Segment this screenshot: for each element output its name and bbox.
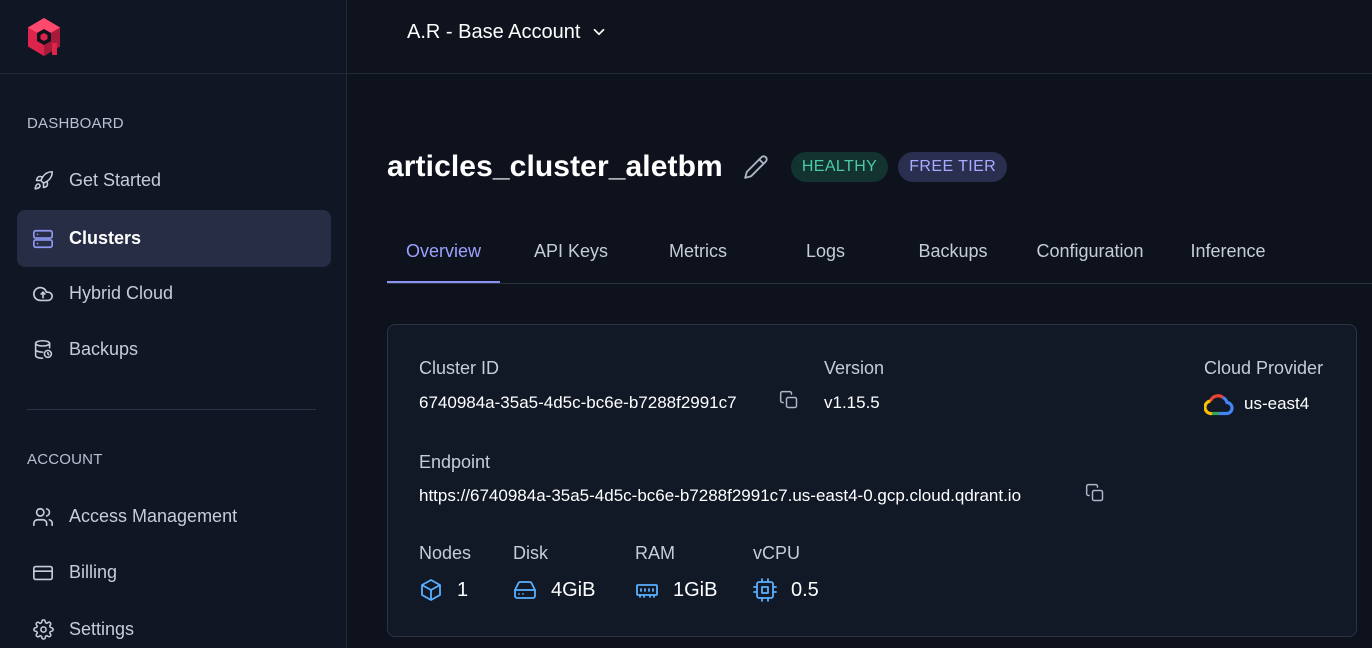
version-value: v1.15.5 [824,393,880,412]
sidebar-item-label: Clusters [69,228,142,248]
users-icon [32,506,54,528]
disk-amount: 4GiB [551,578,596,601]
tab-overview[interactable]: Overview [387,230,500,283]
rocket-icon [32,170,54,192]
sidebar-item-label: Billing [69,562,118,582]
tab-logs[interactable]: Logs [787,230,864,283]
server-icon [32,228,54,250]
copy-cluster-id-icon[interactable] [779,390,799,410]
vcpu-value: 0.5 [753,578,819,602]
region-value: us-east4 [1244,394,1310,413]
gear-icon [32,619,54,641]
page-title: articles_cluster_aletbm [387,150,723,183]
ram-label: RAM [635,543,675,563]
tab-api-keys[interactable]: API Keys [516,230,626,283]
credit-card-icon [32,562,54,584]
tab-metrics[interactable]: Metrics [647,230,749,283]
section-label-dashboard: DASHBOARD [27,115,124,132]
nodes-value: 1 [419,578,468,602]
tab-inference[interactable]: Inference [1179,230,1277,283]
cloud-sync-icon [32,283,54,305]
ram-amount: 1GiB [673,578,718,601]
cluster-id-value: 6740984a-35a5-4d5c-bc6e-b7288f2991c7 [419,393,737,412]
sidebar-item-backups[interactable]: Backups [17,321,331,378]
sidebar-item-clusters[interactable]: Clusters [17,210,331,267]
version-label: Version [824,358,885,378]
google-cloud-icon [1204,392,1234,416]
ram-value: 1GiB [635,578,717,602]
endpoint-value[interactable]: https://6740984a-35a5-4d5c-bc6e-b7288f29… [419,486,1021,506]
cloud-provider-label: Cloud Provider [1204,358,1324,378]
logo-area [0,0,346,74]
cluster-tabs: Overview API Keys Metrics Logs Backups C… [387,230,1372,284]
sidebar-item-billing[interactable]: Billing [17,544,331,601]
tier-badge: FREE TIER [898,152,1008,182]
cluster-title-row: articles_cluster_aletbm HEALTHY FREE TIE… [387,150,1008,184]
sidebar-item-hybrid-cloud[interactable]: Hybrid Cloud [17,265,331,322]
vcpu-amount: 0.5 [791,578,819,601]
cluster-id-label: Cluster ID [419,358,500,378]
account-name: A.R - Base Account [407,20,581,43]
qdrant-logo-icon[interactable] [26,17,62,57]
sidebar-item-settings[interactable]: Settings [17,601,331,648]
cloud-provider-value: us-east4 [1204,392,1309,416]
sidebar: DASHBOARD Get Started Clusters Hybrid Cl… [0,0,347,648]
sidebar-item-label: Hybrid Cloud [69,283,174,303]
disk-value: 4GiB [513,578,595,602]
account-switcher[interactable]: A.R - Base Account [407,19,608,45]
sidebar-item-label: Settings [69,619,135,639]
sidebar-divider [27,409,316,410]
nodes-count: 1 [457,578,469,601]
copy-endpoint-icon[interactable] [1085,483,1105,503]
sidebar-item-label: Access Management [69,506,238,526]
pencil-icon[interactable] [743,154,769,180]
sidebar-item-label: Backups [69,339,139,359]
cpu-icon [753,578,777,602]
section-label-account: ACCOUNT [27,451,103,468]
cube-icon [419,578,443,602]
database-backup-icon [32,339,54,361]
chevron-down-icon [590,23,608,41]
disk-label: Disk [513,543,548,563]
hard-drive-icon [513,578,537,602]
tab-configuration[interactable]: Configuration [1027,230,1153,283]
top-bar: A.R - Base Account [347,0,1372,74]
sidebar-item-access-management[interactable]: Access Management [17,488,331,545]
sidebar-item-label: Get Started [69,170,162,190]
nodes-label: Nodes [419,543,472,563]
sidebar-item-get-started[interactable]: Get Started [17,152,331,209]
tab-backups[interactable]: Backups [903,230,1003,283]
status-badge: HEALTHY [790,152,889,182]
vcpu-label: vCPU [753,543,801,563]
endpoint-label: Endpoint [419,452,491,472]
cluster-details-card: Cluster ID 6740984a-35a5-4d5c-bc6e-b7288… [387,324,1357,637]
memory-icon [635,578,659,602]
